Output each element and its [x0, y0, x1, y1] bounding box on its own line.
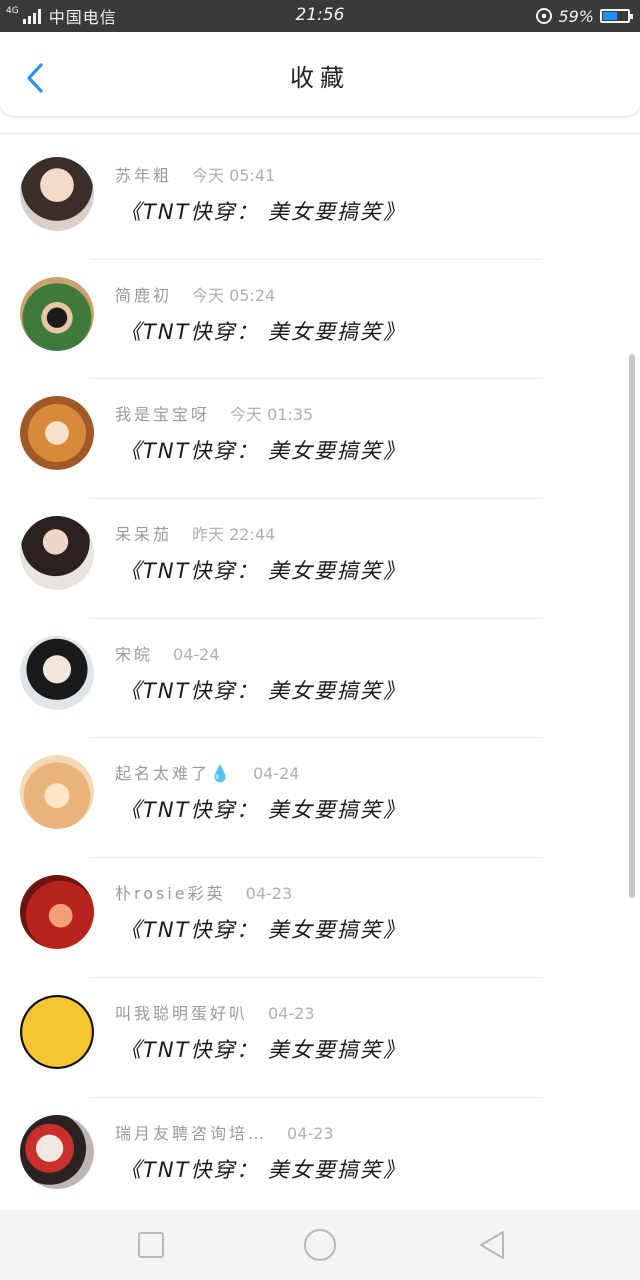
favorites-list: 苏年粗 今天 05:41 《TNT快穿： 美女要搞笑》 简鹿初 今天 05:24 《TNT…	[0, 140, 640, 1218]
avatar[interactable]	[20, 396, 94, 471]
user-name[interactable]: 朴rosie彩英	[115, 880, 226, 904]
avatar[interactable]	[20, 994, 94, 1069]
home-button[interactable]	[302, 1227, 338, 1263]
favorite-item[interactable]: 简鹿初 今天 05:24 《TNT快穿： 美女要搞笑》	[0, 260, 640, 380]
back-icon	[480, 1231, 504, 1259]
favorite-title[interactable]: 《TNT快穿： 美女要搞笑》	[120, 1154, 406, 1184]
timestamp: 04-23	[287, 1123, 334, 1143]
rotation-lock-icon	[536, 8, 553, 24]
avatar[interactable]	[20, 635, 94, 710]
item-meta: 朴rosie彩英 04-23	[115, 880, 292, 904]
user-name[interactable]: 呆呆茄	[115, 521, 172, 545]
favorite-title[interactable]: 《TNT快穿： 美女要搞笑》	[120, 435, 406, 465]
item-meta: 呆呆茄 昨天 22:44	[115, 521, 275, 545]
favorite-item[interactable]: 朴rosie彩英 04-23 《TNT快穿： 美女要搞笑》	[0, 858, 640, 978]
user-name[interactable]: 叫我聪明蛋好叭	[115, 1000, 248, 1024]
timestamp: 昨天 22:44	[192, 525, 276, 545]
item-meta: 起名太难了💧 04-24	[115, 760, 299, 784]
recent-apps-button[interactable]	[133, 1227, 169, 1263]
user-name[interactable]: 起名太难了💧	[115, 760, 233, 784]
user-name[interactable]: 瑞月友聘咨询培…	[115, 1120, 267, 1144]
favorite-item[interactable]: 宋皖 04-24 《TNT快穿： 美女要搞笑》	[0, 619, 640, 739]
favorite-item[interactable]: 呆呆茄 昨天 22:44 《TNT快穿： 美女要搞笑》	[0, 499, 640, 619]
navigation-bar	[0, 1210, 640, 1280]
battery-icon	[600, 9, 633, 23]
timestamp: 04-24	[252, 764, 300, 784]
nav-back-button[interactable]	[474, 1227, 510, 1263]
favorite-title[interactable]: 《TNT快穿： 美女要搞笑》	[120, 1034, 406, 1064]
timestamp: 今天 01:35	[230, 405, 314, 425]
scrollbar[interactable]	[629, 354, 635, 898]
favorite-title[interactable]: 《TNT快穿： 美女要搞笑》	[120, 555, 406, 585]
user-name[interactable]: 宋皖	[115, 641, 153, 665]
divider	[0, 133, 640, 134]
user-name[interactable]: 简鹿初	[115, 282, 172, 306]
status-right: 59%	[536, 4, 633, 28]
timestamp: 04-24	[173, 644, 220, 664]
favorite-title[interactable]: 《TNT快穿： 美女要搞笑》	[120, 316, 406, 346]
app-header: 收藏	[0, 32, 640, 116]
timestamp: 04-23	[268, 1003, 315, 1023]
item-meta: 苏年粗 今天 05:41	[115, 162, 275, 186]
battery-percent: 59%	[558, 6, 594, 26]
favorite-title[interactable]: 《TNT快穿： 美女要搞笑》	[120, 196, 406, 226]
avatar[interactable]	[20, 157, 94, 231]
timestamp: 今天 05:24	[192, 285, 276, 305]
favorite-item[interactable]: 我是宝宝呀 今天 01:35 《TNT快穿： 美女要搞笑》	[0, 379, 640, 500]
timestamp: 今天 05:41	[192, 166, 276, 185]
favorite-item[interactable]: 瑞月友聘咨询培… 04-23 《TNT快穿： 美女要搞笑》	[0, 1098, 640, 1218]
page-title: 收藏	[290, 64, 350, 92]
favorite-item[interactable]: 苏年粗 今天 05:41 《TNT快穿： 美女要搞笑》	[0, 140, 640, 260]
item-meta: 宋皖 04-24	[115, 641, 220, 665]
user-name[interactable]: 苏年粗	[115, 162, 172, 186]
recent-apps-icon	[138, 1232, 164, 1258]
item-meta: 简鹿初 今天 05:24	[115, 282, 275, 306]
home-icon	[304, 1229, 336, 1261]
avatar[interactable]	[20, 875, 94, 950]
user-name[interactable]: 我是宝宝呀	[115, 401, 210, 425]
favorite-title[interactable]: 《TNT快穿： 美女要搞笑》	[120, 794, 406, 824]
favorite-item[interactable]: 叫我聪明蛋好叭 04-23 《TNT快穿： 美女要搞笑》	[0, 978, 640, 1098]
avatar[interactable]	[20, 755, 94, 830]
item-meta: 我是宝宝呀 今天 01:35	[115, 401, 313, 425]
favorite-title[interactable]: 《TNT快穿： 美女要搞笑》	[120, 914, 406, 944]
avatar[interactable]	[20, 276, 94, 351]
battery-fill	[603, 12, 618, 20]
avatar[interactable]	[20, 1114, 94, 1189]
item-meta: 叫我聪明蛋好叭 04-23	[115, 1000, 315, 1024]
timestamp: 04-23	[245, 884, 293, 904]
avatar[interactable]	[20, 516, 94, 591]
item-meta: 瑞月友聘咨询培… 04-23	[115, 1120, 334, 1144]
favorite-item[interactable]: 起名太难了💧 04-24 《TNT快穿： 美女要搞笑》	[0, 738, 640, 859]
favorite-title[interactable]: 《TNT快穿： 美女要搞笑》	[120, 675, 406, 705]
status-bar: 4G 中国电信 21:56 59%	[0, 0, 640, 32]
